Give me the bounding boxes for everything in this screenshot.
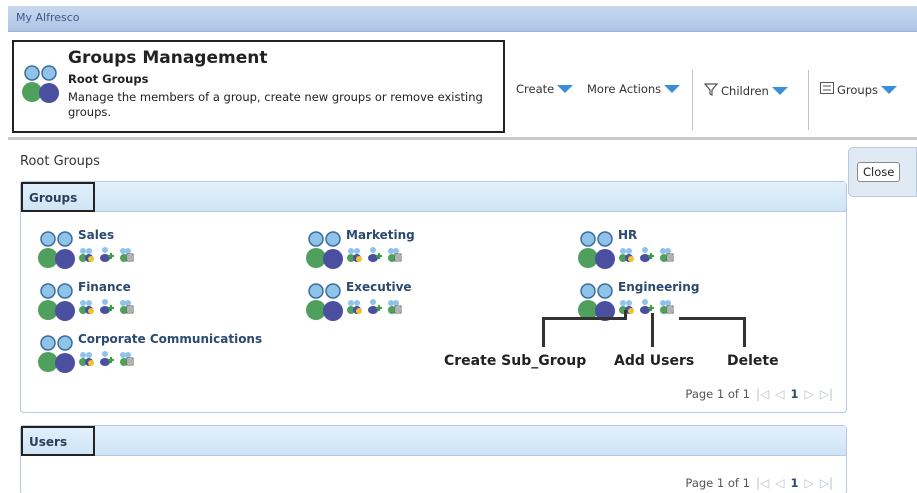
- next-page-icon[interactable]: ▷: [804, 476, 813, 490]
- group-actions: [618, 246, 674, 265]
- group-name-link[interactable]: Corporate Communications: [78, 332, 262, 346]
- callout-line: [743, 317, 746, 347]
- dropdown-arrow-icon: [771, 86, 788, 95]
- children-menu-button[interactable]: Children: [703, 82, 788, 99]
- callout-delete: Delete: [727, 353, 779, 369]
- delete-group-icon[interactable]: [118, 298, 134, 317]
- header-title-box: Groups Management Root Groups Manage the…: [12, 40, 505, 133]
- group-actions: [78, 246, 134, 265]
- group-actions: [346, 246, 402, 265]
- filter-icon: [703, 82, 719, 99]
- group-name-link[interactable]: Engineering: [618, 280, 699, 294]
- dropdown-arrow-icon: [664, 85, 681, 93]
- group-icon: [578, 230, 616, 273]
- delete-group-icon[interactable]: [658, 246, 674, 265]
- app-title-bar: My Alfresco: [8, 6, 917, 32]
- current-page[interactable]: 1: [790, 476, 798, 490]
- groups-panel-header: Groups: [21, 182, 846, 212]
- previous-page-icon[interactable]: ◁: [775, 387, 784, 401]
- group-item: Marketing: [306, 228, 546, 272]
- next-page-icon[interactable]: ▷: [804, 387, 813, 401]
- page-title: Groups Management: [68, 48, 268, 68]
- create-subgroup-icon[interactable]: [346, 298, 362, 317]
- more-actions-label: More Actions: [587, 82, 662, 96]
- list-icon: [820, 82, 834, 97]
- add-user-icon[interactable]: [638, 246, 654, 265]
- delete-group-icon[interactable]: [386, 298, 402, 317]
- last-page-icon[interactable]: ▷|: [820, 387, 833, 401]
- users-pager: Page 1 of 1 |◁ ◁ 1 ▷ ▷|: [685, 476, 833, 490]
- app-title: My Alfresco: [16, 11, 80, 24]
- callout-line: [542, 317, 545, 347]
- current-page[interactable]: 1: [790, 387, 798, 401]
- create-subgroup-icon[interactable]: [618, 246, 634, 265]
- create-subgroup-icon[interactable]: [78, 298, 94, 317]
- group-actions: [78, 298, 134, 317]
- add-user-icon[interactable]: [98, 350, 114, 369]
- toolbar-divider: [692, 70, 693, 130]
- delete-group-icon[interactable]: [118, 246, 134, 265]
- groups-icon: [22, 64, 60, 107]
- group-icon: [306, 282, 344, 325]
- close-tab: Close: [848, 147, 917, 197]
- group-name-link[interactable]: Marketing: [346, 228, 415, 242]
- create-subgroup-icon[interactable]: [78, 350, 94, 369]
- page-description: Manage the members of a group, create ne…: [68, 90, 483, 119]
- groups-panel-label: Groups: [21, 182, 95, 212]
- group-icon: [38, 230, 76, 273]
- group-icon: [306, 230, 344, 273]
- callout-line: [679, 317, 745, 320]
- groups-view-label: Groups: [837, 82, 879, 97]
- group-name-link[interactable]: Finance: [78, 280, 131, 294]
- groups-view-menu-button[interactable]: Groups: [820, 82, 898, 97]
- dropdown-arrow-icon: [881, 85, 898, 94]
- group-item: Executive: [306, 280, 546, 324]
- add-user-icon[interactable]: [366, 298, 382, 317]
- add-user-icon[interactable]: [366, 246, 382, 265]
- create-menu-button[interactable]: Create: [516, 82, 574, 96]
- add-user-icon[interactable]: [98, 298, 114, 317]
- delete-group-icon[interactable]: [658, 298, 674, 317]
- group-item: Sales: [38, 228, 278, 272]
- dropdown-arrow-icon: [557, 85, 574, 93]
- create-label: Create: [516, 82, 555, 96]
- callout-create-subgroup: Create Sub_Group: [444, 353, 587, 369]
- users-panel-header: Users: [21, 426, 846, 456]
- section-title: Root Groups: [20, 154, 100, 169]
- create-subgroup-icon[interactable]: [346, 246, 362, 265]
- toolbar-divider: [808, 70, 809, 130]
- callout-line: [624, 310, 627, 320]
- group-icon: [38, 282, 76, 325]
- group-name-link[interactable]: Executive: [346, 280, 412, 294]
- group-icon: [38, 334, 76, 377]
- page-subtitle: Root Groups: [68, 72, 149, 86]
- group-item: Finance: [38, 280, 278, 324]
- first-page-icon[interactable]: |◁: [756, 476, 769, 490]
- first-page-icon[interactable]: |◁: [756, 387, 769, 401]
- group-item: HR: [578, 228, 818, 272]
- page-count-text: Page 1 of 1: [685, 476, 750, 490]
- add-user-icon[interactable]: [98, 246, 114, 265]
- previous-page-icon[interactable]: ◁: [775, 476, 784, 490]
- callout-add-users: Add Users: [614, 353, 695, 369]
- group-actions: [346, 298, 402, 317]
- group-actions: [78, 350, 134, 369]
- more-actions-menu-button[interactable]: More Actions: [587, 82, 681, 96]
- page-header: Groups Management Root Groups Manage the…: [8, 32, 917, 140]
- group-name-link[interactable]: Sales: [78, 228, 114, 242]
- callout-line: [651, 313, 654, 347]
- groups-pager: Page 1 of 1 |◁ ◁ 1 ▷ ▷|: [685, 387, 833, 401]
- group-name-link[interactable]: HR: [618, 228, 637, 242]
- delete-group-icon[interactable]: [118, 350, 134, 369]
- users-panel-label: Users: [21, 426, 95, 456]
- group-item: Corporate Communications: [38, 332, 278, 376]
- page-count-text: Page 1 of 1: [685, 387, 750, 401]
- close-button[interactable]: Close: [857, 162, 901, 182]
- create-subgroup-icon[interactable]: [78, 246, 94, 265]
- delete-group-icon[interactable]: [386, 246, 402, 265]
- children-label: Children: [721, 83, 769, 98]
- callout-line: [542, 317, 627, 320]
- last-page-icon[interactable]: ▷|: [820, 476, 833, 490]
